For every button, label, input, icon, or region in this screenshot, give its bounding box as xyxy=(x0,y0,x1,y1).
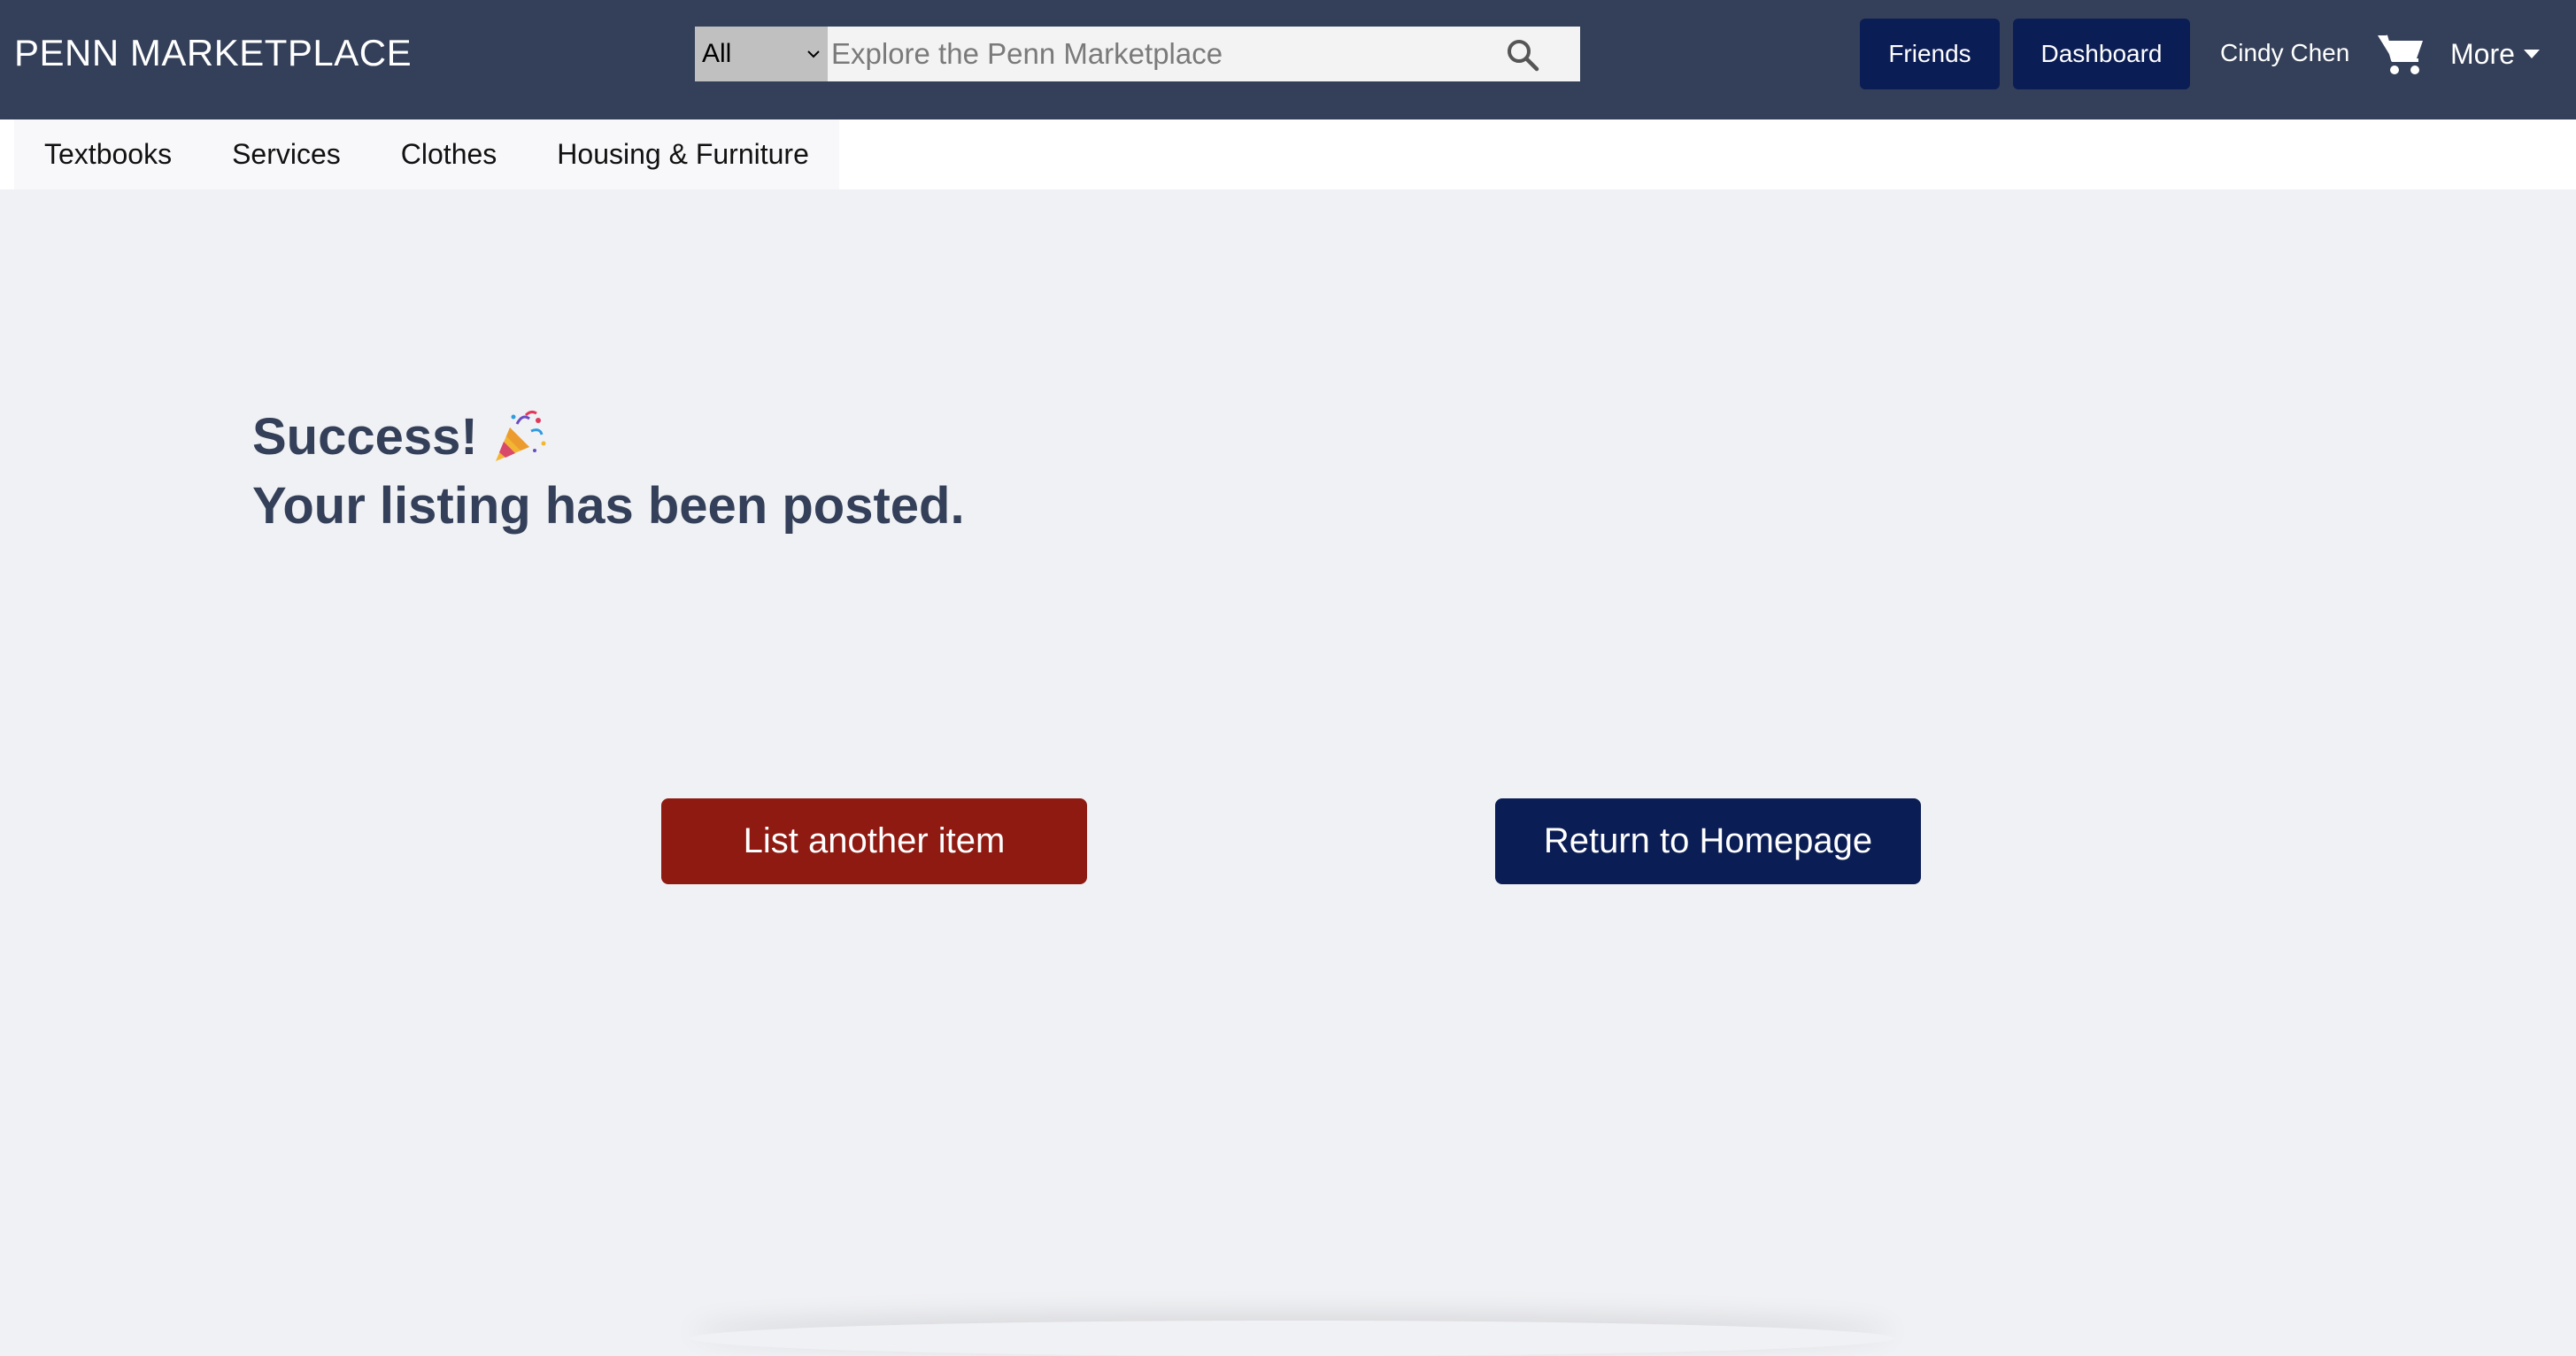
top-navbar: PENN MARKETPLACE All Explore the Penn Ma… xyxy=(0,0,2576,119)
more-label: More xyxy=(2450,38,2515,70)
category-tab-clothes[interactable]: Clothes xyxy=(371,119,528,189)
search-input[interactable]: Explore the Penn Marketplace xyxy=(828,27,1580,81)
party-popper-icon xyxy=(490,408,549,466)
friends-button[interactable]: Friends xyxy=(1860,19,2000,89)
brand-logo-text[interactable]: PENN MARKETPLACE xyxy=(14,30,412,76)
category-bar: Textbooks Services Clothes Housing & Fur… xyxy=(0,119,2576,189)
category-tab-textbooks[interactable]: Textbooks xyxy=(14,119,202,189)
search-category-select[interactable]: All xyxy=(695,27,828,81)
footer-shadow-divider xyxy=(690,1321,1894,1356)
success-message-block: Success! Your listing has been posted. xyxy=(252,403,965,541)
cart-icon[interactable] xyxy=(2376,32,2426,76)
more-dropdown[interactable]: More xyxy=(2450,35,2540,73)
category-tabs: Textbooks Services Clothes Housing & Fur… xyxy=(14,119,839,189)
user-name-link[interactable]: Cindy Chen xyxy=(2220,35,2349,71)
search-category-value: All xyxy=(702,39,732,68)
return-to-homepage-button[interactable]: Return to Homepage xyxy=(1495,798,1921,884)
search-icon[interactable] xyxy=(1505,37,1540,73)
category-tab-housing-furniture[interactable]: Housing & Furniture xyxy=(527,119,839,189)
search-placeholder: Explore the Penn Marketplace xyxy=(831,37,1223,70)
chevron-down-icon xyxy=(805,27,822,81)
caret-down-icon xyxy=(2523,50,2540,58)
category-tab-services[interactable]: Services xyxy=(202,119,371,189)
success-title: Success! xyxy=(252,408,478,466)
success-subtitle: Your listing has been posted. xyxy=(252,477,965,535)
list-another-item-button[interactable]: List another item xyxy=(661,798,1087,884)
dashboard-button[interactable]: Dashboard xyxy=(2013,19,2190,89)
